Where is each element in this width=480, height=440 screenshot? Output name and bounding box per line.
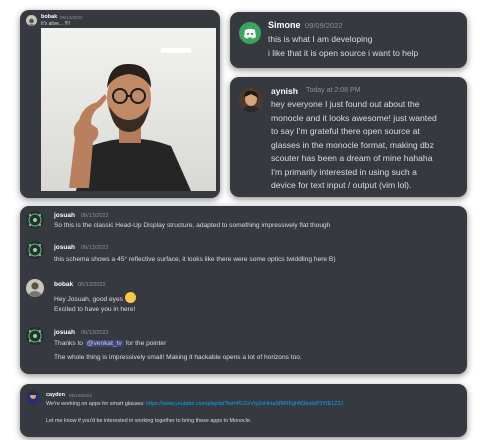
timestamp: 09/09/2022 [305, 21, 343, 30]
message-line: scouter has been a dream of mine hahaha [271, 153, 433, 163]
message-line: hey everyone I just found out about the [271, 99, 420, 109]
message-card-cayden: cayden 09/19/2022 We're working on apps … [20, 384, 467, 437]
avatar-josuah[interactable] [26, 327, 44, 345]
avatar-cayden[interactable] [26, 390, 40, 404]
discord-logo-icon [244, 28, 256, 39]
message-text: Hey Josuah, good eyes [54, 292, 136, 303]
avatar-aynish[interactable] [239, 88, 263, 112]
message-line: this is what I am developing [268, 34, 373, 44]
message-card-aynish: aynish Today at 2:08 PM hey everyone I j… [230, 77, 467, 197]
smile-emoji-icon [124, 292, 136, 303]
username[interactable]: josuah [54, 212, 75, 219]
username[interactable]: josuah [54, 244, 75, 251]
message-line: i like that it is open source i want to … [268, 48, 419, 58]
timestamp: 06/13/2022 [78, 281, 106, 288]
timestamp: 06/13/2022 [60, 14, 83, 20]
username[interactable]: bobak [41, 14, 57, 20]
timestamp: 06/13/2022 [81, 212, 109, 219]
message-line: monocle and it looks awesome! just wante… [271, 112, 437, 123]
message-text: this schema shows a 45° reflective surfa… [54, 256, 336, 263]
user-mention[interactable]: @venkat_tv [84, 340, 124, 347]
username[interactable]: cayden [46, 392, 65, 398]
message-card-bobak-photo: bobak 06/13/2022 It's alive... !!!! [20, 10, 220, 198]
message-text: Let me know if you'd be interested in wo… [46, 418, 252, 424]
message-line: I'm primarily interested in using such a [271, 166, 417, 177]
message-text: Thanks to @venkat_tv for the pointer [54, 340, 167, 347]
youtube-playlist-link[interactable]: https://www.youtube.com/playlist?list=PL… [146, 401, 343, 407]
avatar-bobak[interactable] [26, 15, 37, 26]
username[interactable]: bobak [54, 281, 73, 288]
timestamp: 09/19/2022 [69, 392, 92, 398]
username[interactable]: josuah [54, 329, 75, 336]
message-text: Excited to have you in here! [54, 306, 136, 313]
message-line: device for text input / output (vim lol)… [271, 180, 412, 190]
message-text: So this is the classic Head-Up Display s… [54, 222, 331, 229]
attached-selfie-image[interactable] [41, 28, 216, 191]
avatar-josuah[interactable] [26, 211, 44, 229]
avatar-josuah[interactable] [26, 241, 44, 259]
message-text: It's alive... !!!! [41, 21, 71, 27]
message-card-simone: Simone 09/09/2022 this is what I am deve… [230, 12, 467, 68]
username[interactable]: aynish [271, 86, 298, 96]
avatar-bobak[interactable] [26, 279, 44, 297]
timestamp: Today at 2:08 PM [306, 87, 361, 94]
username[interactable]: Simone [268, 20, 301, 30]
message-card-thread: josuah 06/13/2022 So this is the classic… [20, 206, 467, 374]
message-text: We're working on apps for smart glasses:… [46, 401, 344, 407]
message-line: to say I'm grateful there open source at [271, 126, 420, 136]
timestamp: 06/13/2022 [81, 329, 109, 336]
message-text: The whole thing is impressively small! M… [54, 354, 302, 361]
timestamp: 06/13/2022 [81, 244, 109, 251]
avatar-simone[interactable] [239, 22, 261, 44]
message-line: glasses in the monocle format, making db… [271, 139, 434, 150]
